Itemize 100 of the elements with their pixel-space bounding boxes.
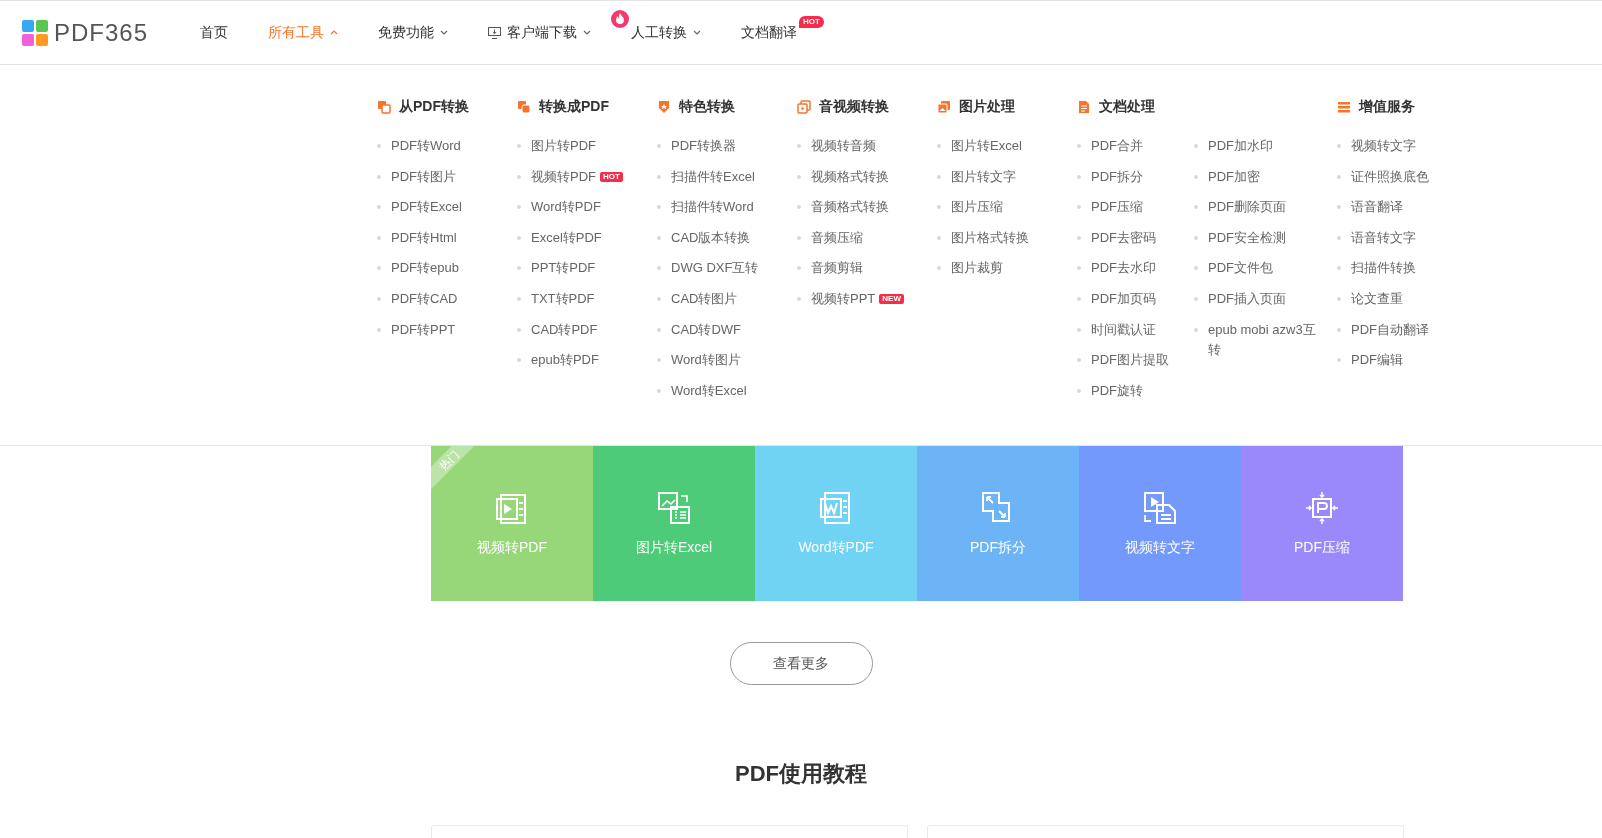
nav-item[interactable]: 人工转换 bbox=[631, 23, 702, 42]
tool-link[interactable]: 音频压缩 bbox=[811, 227, 863, 248]
tool-link[interactable]: 证件照换底色 bbox=[1351, 166, 1429, 187]
tool-link[interactable]: 视频转音频 bbox=[811, 136, 876, 156]
tool-link[interactable]: PDF文件包 bbox=[1208, 258, 1273, 279]
bullet-icon bbox=[1077, 388, 1081, 393]
tool-link[interactable]: 图片压缩 bbox=[951, 197, 1003, 218]
bullet-icon bbox=[657, 358, 661, 363]
bullet-icon bbox=[797, 266, 801, 271]
tool-link[interactable]: 视频转PDF bbox=[531, 166, 596, 187]
tool-link[interactable]: PDF转Html bbox=[391, 227, 457, 248]
tag-badge: NEW bbox=[879, 293, 904, 304]
tool-link[interactable]: Word转图片 bbox=[671, 350, 741, 371]
bullet-icon bbox=[657, 327, 661, 332]
tool-link[interactable]: PDF拆分 bbox=[1091, 166, 1143, 187]
nav-item[interactable]: 免费功能 bbox=[378, 23, 449, 42]
tool-link[interactable]: 语音转文字 bbox=[1351, 227, 1416, 248]
tool-link[interactable]: Word转PDF bbox=[531, 197, 601, 218]
tool-link[interactable]: PDF删除页面 bbox=[1208, 197, 1286, 218]
tool-link[interactable]: 音频格式转换 bbox=[811, 197, 889, 218]
tool-icon bbox=[657, 490, 691, 525]
bullet-icon bbox=[517, 144, 521, 148]
tool-link[interactable]: 音频剪辑 bbox=[811, 258, 863, 279]
bullet-icon bbox=[937, 266, 941, 271]
tool-link[interactable]: PDF转CAD bbox=[391, 288, 458, 309]
bullet-icon bbox=[1337, 144, 1341, 148]
fire-icon bbox=[611, 9, 630, 28]
tool-link[interactable]: PDF插入页面 bbox=[1208, 288, 1286, 309]
tool-link[interactable]: 扫描件转Excel bbox=[671, 166, 755, 187]
tool-link[interactable]: PDF转换器 bbox=[671, 136, 736, 156]
bullet-icon bbox=[937, 174, 941, 179]
tool-link[interactable]: PDF转Excel bbox=[391, 197, 462, 218]
bullet-icon bbox=[657, 205, 661, 210]
tool-link[interactable]: PDF压缩 bbox=[1091, 197, 1143, 218]
tool-link[interactable]: PDF加水印 bbox=[1208, 136, 1273, 156]
bullet-icon bbox=[517, 266, 521, 271]
category-title: 从PDF转换 bbox=[399, 98, 469, 116]
tool-link[interactable]: PPT转PDF bbox=[531, 258, 596, 279]
bullet-icon bbox=[1077, 174, 1081, 179]
tool-link[interactable]: 视频格式转换 bbox=[811, 166, 889, 187]
bullet-icon bbox=[377, 266, 381, 271]
logo-text[interactable]: PDF365 bbox=[54, 18, 149, 47]
more-button[interactable]: 查看更多 bbox=[729, 642, 873, 685]
category-title: 特色转换 bbox=[679, 98, 735, 116]
bullet-icon bbox=[517, 235, 521, 240]
nav-item[interactable]: 客户端下载 bbox=[488, 23, 592, 42]
tool-link[interactable]: Excel转PDF bbox=[531, 227, 602, 248]
tool-link[interactable]: 图片转PDF bbox=[531, 136, 596, 156]
bullet-icon bbox=[797, 205, 801, 210]
tool-link[interactable]: CAD转DWF bbox=[671, 319, 742, 340]
tool-link[interactable]: 图片裁剪 bbox=[951, 258, 1003, 279]
tool-link[interactable]: 论文查重 bbox=[1351, 288, 1403, 309]
tool-link[interactable]: PDF去密码 bbox=[1091, 227, 1156, 248]
tool-link[interactable]: PDF安全检测 bbox=[1208, 227, 1286, 248]
category-icon bbox=[377, 100, 391, 114]
tool-link[interactable]: PDF转epub bbox=[391, 258, 459, 279]
tool-link[interactable]: 图片转Excel bbox=[951, 136, 1022, 156]
tool-link[interactable]: PDF加页码 bbox=[1091, 288, 1156, 309]
tool-link[interactable]: PDF转图片 bbox=[391, 166, 456, 187]
tool-icon bbox=[1305, 490, 1339, 525]
tool-link[interactable]: PDF自动翻译 bbox=[1351, 319, 1429, 340]
bullet-icon bbox=[377, 205, 381, 210]
tool-link[interactable]: epub mobi azw3互转 bbox=[1208, 319, 1327, 360]
bullet-icon bbox=[1194, 174, 1198, 179]
tool-link[interactable]: CAD转图片 bbox=[671, 288, 738, 309]
tool-link[interactable]: Word转Excel bbox=[671, 380, 747, 401]
tool-link[interactable]: PDF去水印 bbox=[1091, 258, 1156, 279]
tool-link[interactable]: PDF编辑 bbox=[1351, 350, 1403, 371]
tool-link[interactable]: TXT转PDF bbox=[531, 288, 595, 309]
tool-link[interactable]: 扫描件转Word bbox=[671, 197, 754, 218]
hot-badge: HOT bbox=[799, 15, 824, 28]
tool-link[interactable]: 图片格式转换 bbox=[951, 227, 1029, 248]
bullet-icon bbox=[377, 296, 381, 301]
tool-link[interactable]: CAD转PDF bbox=[531, 319, 598, 340]
tool-link[interactable]: PDF转PPT bbox=[391, 319, 456, 340]
nav-item[interactable]: 首页 bbox=[200, 23, 229, 42]
tool-link[interactable]: 视频转文字 bbox=[1351, 136, 1416, 156]
bullet-icon bbox=[1077, 235, 1081, 240]
tool-link[interactable]: PDF图片提取 bbox=[1091, 350, 1169, 371]
bullet-icon bbox=[797, 144, 801, 148]
tool-link[interactable]: 图片转文字 bbox=[951, 166, 1016, 187]
tool-link[interactable]: PDF合并 bbox=[1091, 136, 1143, 156]
tool-link[interactable]: CAD版本转换 bbox=[671, 227, 751, 248]
tool-link[interactable]: epub转PDF bbox=[531, 350, 599, 371]
tool-link[interactable]: 视频转PPT bbox=[811, 288, 876, 309]
bullet-icon bbox=[517, 174, 521, 179]
bullet-icon bbox=[937, 144, 941, 148]
bullet-icon bbox=[1337, 296, 1341, 301]
tile-label: 视频转文字 bbox=[1125, 538, 1195, 557]
tool-link[interactable]: DWG DXF互转 bbox=[671, 258, 759, 279]
tag-badge: HOT bbox=[600, 171, 623, 182]
tool-link[interactable]: 扫描件转换 bbox=[1351, 258, 1416, 279]
tool-link[interactable]: PDF旋转 bbox=[1091, 380, 1143, 401]
tool-link[interactable]: PDF加密 bbox=[1208, 166, 1260, 187]
bullet-icon bbox=[1337, 235, 1341, 240]
bullet-icon bbox=[1194, 327, 1198, 332]
tool-link[interactable]: PDF转Word bbox=[391, 136, 461, 156]
tool-link[interactable]: 语音翻译 bbox=[1351, 197, 1403, 218]
tool-link[interactable]: 时间戳认证 bbox=[1091, 319, 1156, 340]
bullet-icon bbox=[797, 235, 801, 240]
